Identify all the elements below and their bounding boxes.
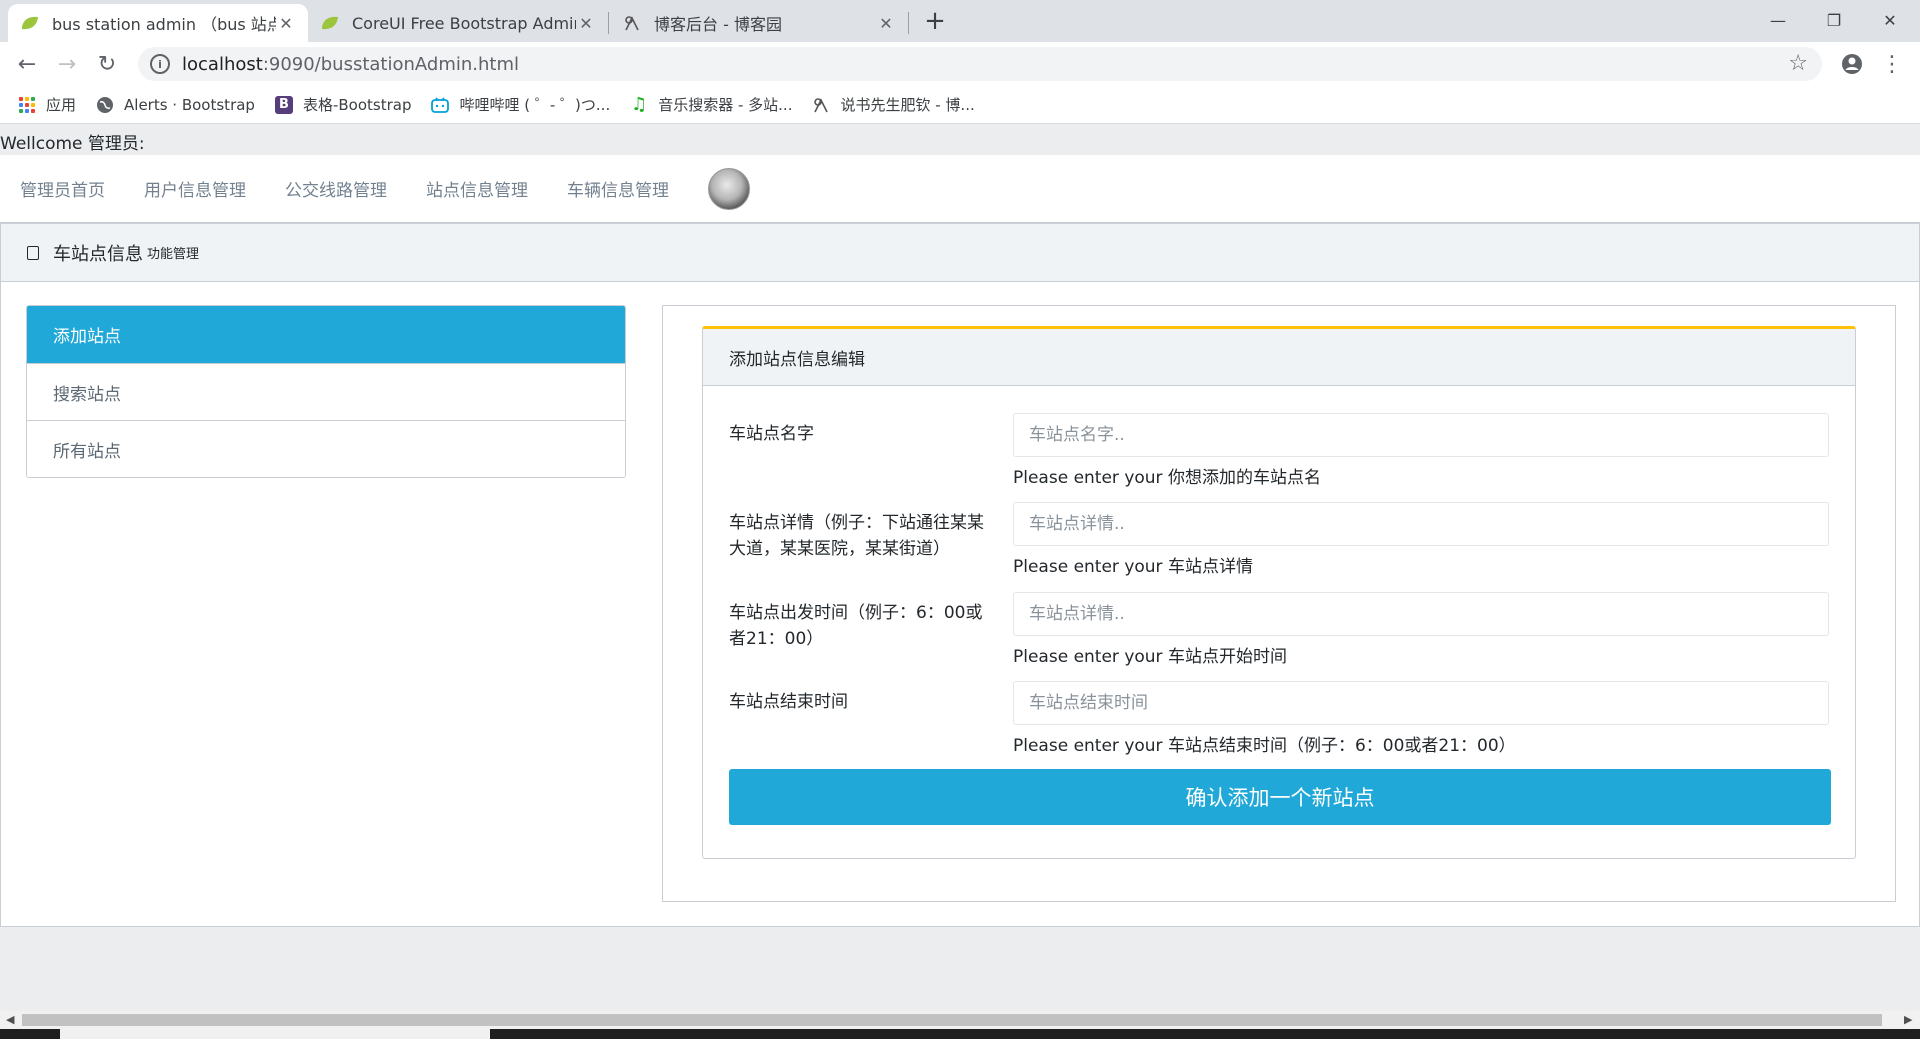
cnblogs-favicon-icon [622,13,642,33]
station-details-input[interactable] [1013,502,1829,546]
bookmark-label: Alerts · Bootstrap [124,95,255,114]
browser-tab-strip: bus station admin （bus 站点信 ✕ CoreUI Free… [0,0,1920,42]
station-name-help: Please enter your 你想添加的车站点名 [1013,468,1321,488]
url-host: localhost [182,53,263,75]
reload-icon[interactable]: ↻ [91,48,123,80]
browser-tab-coreui[interactable]: CoreUI Free Bootstrap Admin ✕ [308,4,608,42]
tab-close-icon[interactable]: ✕ [576,13,596,33]
tab-separator [908,12,909,34]
top-navbar: 管理员首页 用户信息管理 公交线路管理 站点信息管理 车辆信息管理 [0,155,1920,223]
bookmark-label: 哔哩哔哩 ( ゜- ゜)つ... [459,96,611,114]
minimize-icon[interactable]: — [1750,0,1806,40]
scroll-right-icon[interactable]: ▶ [1904,1013,1912,1026]
os-taskbar [0,1029,1920,1039]
station-details-help: Please enter your 车站点详情 [1013,557,1253,577]
maximize-icon[interactable]: ❐ [1806,0,1862,40]
mobile-icon [27,245,39,260]
scroll-left-icon[interactable]: ◀ [6,1013,14,1026]
music-icon: ♫ [631,94,648,115]
window-close-icon[interactable]: ✕ [1862,0,1918,40]
bookmark-alerts-bootstrap[interactable]: Alerts · Bootstrap [96,96,255,114]
nav-user-management[interactable]: 用户信息管理 [144,176,246,201]
card-title: 车站点信息 [53,243,143,265]
nav-vehicle-management[interactable]: 车辆信息管理 [567,176,669,201]
station-details-label: 车站点详情（例子：下站通往某某大道，某某医院，某某街道） [729,513,984,559]
address-bar[interactable]: i localhost:9090/busstationAdmin.html ☆ [138,47,1822,81]
tab-separator [608,12,609,34]
add-station-form-card: 添加站点信息编辑 车站点名字 Please enter your 你想添加的车站… [702,326,1856,859]
nav-bus-route-management[interactable]: 公交线路管理 [285,176,387,201]
form-header: 添加站点信息编辑 [703,329,1855,386]
side-menu: 添加站点 搜索站点 所有站点 [26,305,626,478]
form-container: 添加站点信息编辑 车站点名字 Please enter your 你想添加的车站… [662,305,1896,902]
forward-arrow-icon[interactable]: → [51,48,83,80]
tab-title: 博客后台 - 博客园 [654,15,782,34]
bookmark-label: 表格-Bootstrap [302,96,412,114]
apps-icon [18,96,36,114]
departure-time-help: Please enter your 车站点开始时间 [1013,647,1287,667]
globe-icon [96,96,114,114]
tab-close-icon[interactable]: ✕ [876,13,896,33]
leaf-favicon-icon [20,13,40,33]
bookmark-table-bootstrap[interactable]: B 表格-Bootstrap [274,94,412,115]
menu-add-station[interactable]: 添加站点 [27,306,625,363]
url-path: :9090/busstationAdmin.html [262,53,519,75]
avatar[interactable] [708,167,750,210]
station-card: 车站点信息 功能管理 添加站点 搜索站点 所有站点 添加站点信息编辑 车站点名字… [0,223,1920,927]
back-arrow-icon[interactable]: ← [11,48,43,80]
bookmark-label: 说书先生肥钦 - 博... [840,96,975,114]
station-name-input[interactable] [1013,413,1829,457]
card-header: 车站点信息 功能管理 [1,224,1919,282]
account-icon[interactable] [1836,48,1868,80]
station-name-label: 车站点名字 [729,424,814,444]
nav-admin-home[interactable]: 管理员首页 [20,176,105,201]
cnblogs-icon [812,96,830,114]
browser-tab-bus-station[interactable]: bus station admin （bus 站点信 ✕ [8,4,308,42]
scrollbar-thumb[interactable] [22,1014,1882,1026]
menu-kebab-icon[interactable]: ⋮ [1876,48,1908,80]
new-tab-button[interactable]: + [920,6,950,36]
departure-time-label: 车站点出发时间（例子：6：00或者21：00） [729,603,983,649]
menu-search-station[interactable]: 搜索站点 [27,363,625,420]
tab-title: CoreUI Free Bootstrap Admin [352,13,576,33]
tab-close-icon[interactable]: ✕ [276,13,296,33]
end-time-input[interactable] [1013,681,1829,725]
bookmark-cnblogs[interactable]: 说书先生肥钦 - 博... [812,94,975,115]
bookmark-label: 应用 [46,96,77,114]
nav-station-management[interactable]: 站点信息管理 [426,176,528,201]
bookmark-label: 音乐搜索器 - 多站... [658,96,793,114]
welcome-text: Wellcome 管理员: [0,134,145,154]
bookmark-bilibili[interactable]: 哔哩哔哩 ( ゜- ゜)つ... [431,94,610,115]
add-station-submit-button[interactable]: 确认添加一个新站点 [729,769,1831,825]
tab-title: bus station admin （bus 站点信 [52,15,276,34]
end-time-help: Please enter your 车站点结束时间（例子：6：00或者21：00… [1013,736,1516,756]
taskbar-search-box[interactable] [60,1029,490,1039]
browser-toolbar: ← → ↻ i localhost:9090/busstationAdmin.h… [0,42,1920,86]
menu-all-stations[interactable]: 所有站点 [27,420,625,477]
bookmark-apps[interactable]: 应用 [18,94,76,115]
bookmark-music-search[interactable]: ♫ 音乐搜索器 - 多站... [630,94,792,115]
browser-tab-cnblogs[interactable]: 博客后台 - 博客园 ✕ [610,4,908,42]
info-icon[interactable]: i [150,54,170,74]
end-time-label: 车站点结束时间 [729,692,848,712]
bookmark-star-icon[interactable]: ☆ [1788,51,1808,76]
horizontal-scrollbar[interactable]: ◀ ▶ [0,1011,1920,1029]
bookmarks-bar: 应用 Alerts · Bootstrap B 表格-Bootstrap 哔哩哔… [0,86,1920,124]
departure-time-input[interactable] [1013,592,1829,636]
card-subtitle: 功能管理 [147,247,200,262]
bilibili-icon [431,96,450,114]
leaf-favicon-icon [320,13,340,33]
page-content: Wellcome 管理员: 管理员首页 用户信息管理 公交线路管理 站点信息管理… [0,125,1920,1011]
bootstrap-icon: B [274,95,293,114]
